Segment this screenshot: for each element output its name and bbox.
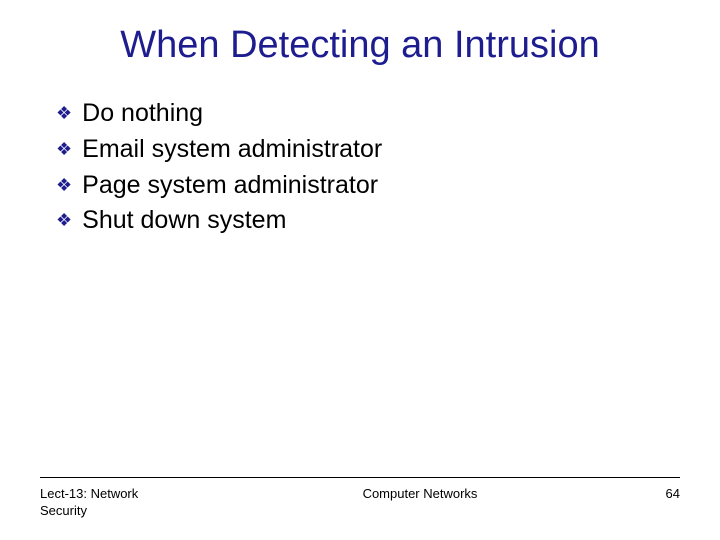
- list-item: ❖ Shut down system: [56, 204, 680, 238]
- footer-left: Lect-13: Network Security: [40, 486, 220, 520]
- diamond-bullet-icon: ❖: [56, 139, 72, 160]
- slide-footer: Lect-13: Network Security Computer Netwo…: [0, 477, 720, 520]
- bullet-text: Email system administrator: [82, 133, 382, 167]
- bullet-list: ❖ Do nothing ❖ Email system administrato…: [56, 97, 680, 238]
- footer-left-line2: Security: [40, 503, 87, 518]
- footer-row: Lect-13: Network Security Computer Netwo…: [40, 486, 680, 520]
- diamond-bullet-icon: ❖: [56, 210, 72, 231]
- slide-title: When Detecting an Intrusion: [0, 0, 720, 97]
- list-item: ❖ Page system administrator: [56, 169, 680, 203]
- bullet-text: Shut down system: [82, 204, 286, 238]
- diamond-bullet-icon: ❖: [56, 175, 72, 196]
- list-item: ❖ Email system administrator: [56, 133, 680, 167]
- diamond-bullet-icon: ❖: [56, 103, 72, 124]
- footer-divider: [40, 477, 680, 478]
- footer-left-line1: Lect-13: Network: [40, 486, 138, 501]
- content-area: ❖ Do nothing ❖ Email system administrato…: [0, 97, 720, 238]
- bullet-text: Page system administrator: [82, 169, 378, 203]
- bullet-text: Do nothing: [82, 97, 203, 131]
- footer-center: Computer Networks: [220, 486, 620, 501]
- list-item: ❖ Do nothing: [56, 97, 680, 131]
- page-number: 64: [620, 486, 680, 501]
